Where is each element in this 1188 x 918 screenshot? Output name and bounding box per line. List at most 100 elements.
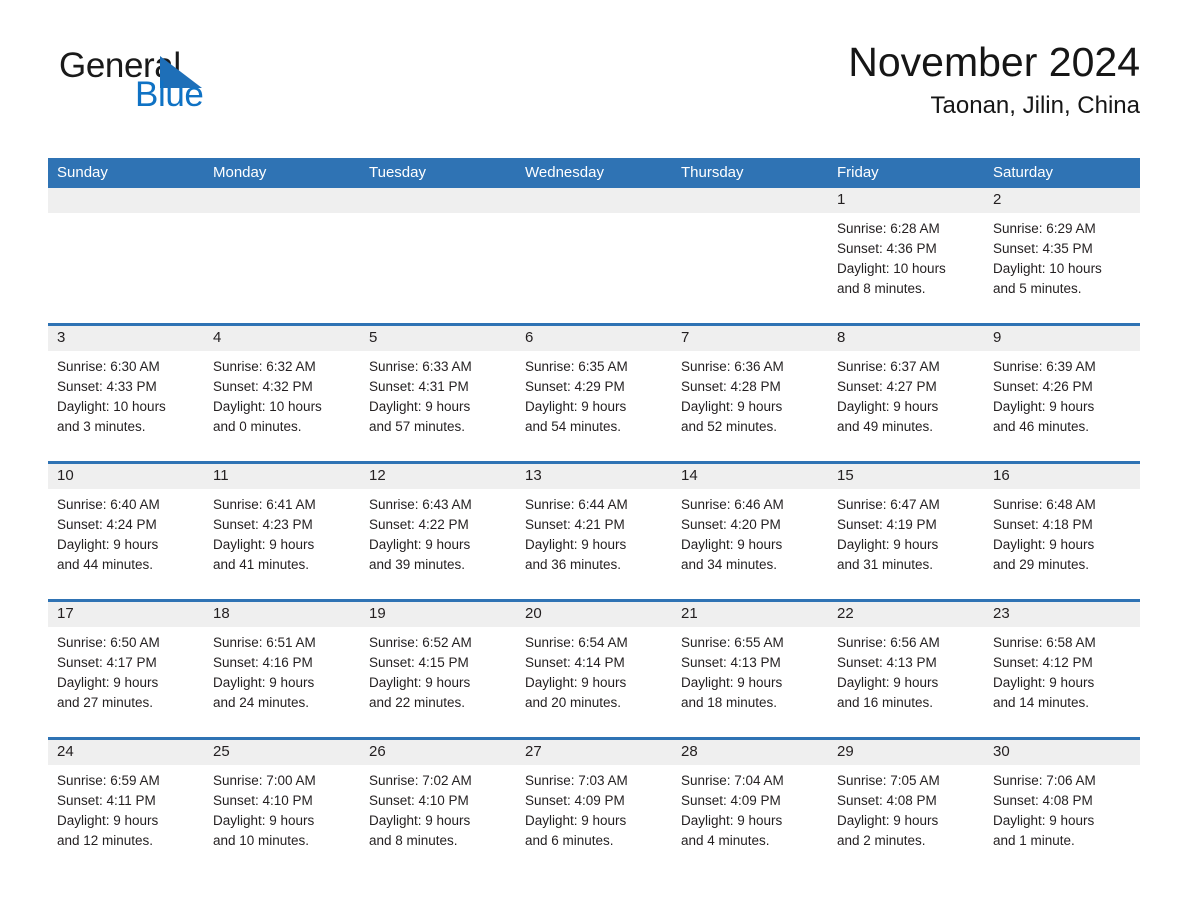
daylight-text: Daylight: 9 hours	[525, 537, 627, 552]
day-number: 7	[681, 329, 690, 346]
day-details: Sunrise: 6:47 AM Sunset: 4:19 PM Daylight:…	[837, 495, 975, 575]
day-number: 4	[213, 329, 222, 346]
day-number: 9	[993, 329, 1002, 346]
sunset-text: Sunset: 4:10 PM	[213, 793, 313, 808]
calendar-day-cell[interactable]: 23 Sunrise: 6:58 AM Sunset: 4:12 PM Dayligh…	[984, 602, 1140, 737]
day-details: Sunrise: 6:35 AM Sunset: 4:29 PM Daylight:…	[525, 357, 663, 437]
calendar-cell-empty	[204, 188, 360, 323]
sunset-text: Sunset: 4:13 PM	[837, 655, 937, 670]
calendar-day-cell[interactable]: 3 Sunrise: 6:30 AM Sunset: 4:33 PM Daylight…	[48, 326, 204, 461]
calendar-day-cell[interactable]: 14 Sunrise: 6:46 AM Sunset: 4:20 PM Dayligh…	[672, 464, 828, 599]
calendar-week-row: 1 Sunrise: 6:28 AM Sunset: 4:36 PM Daylight…	[48, 188, 1140, 323]
daylight-text: and 31 minutes.	[837, 557, 934, 572]
calendar-day-cell[interactable]: 11 Sunrise: 6:41 AM Sunset: 4:23 PM Dayligh…	[204, 464, 360, 599]
calendar-day-cell[interactable]: 19 Sunrise: 6:52 AM Sunset: 4:15 PM Dayligh…	[360, 602, 516, 737]
day-details: Sunrise: 6:43 AM Sunset: 4:22 PM Daylight:…	[369, 495, 507, 575]
day-details: Sunrise: 6:58 AM Sunset: 4:12 PM Daylight:…	[993, 633, 1131, 713]
calendar-week-row: 10 Sunrise: 6:40 AM Sunset: 4:24 PM Dayligh…	[48, 461, 1140, 599]
calendar-day-cell[interactable]: 25 Sunrise: 7:00 AM Sunset: 4:10 PM Dayligh…	[204, 740, 360, 860]
calendar-day-cell[interactable]: 2 Sunrise: 6:29 AM Sunset: 4:35 PM Daylight…	[984, 188, 1140, 323]
daylight-text: and 46 minutes.	[993, 419, 1090, 434]
sunrise-text: Sunrise: 6:30 AM	[57, 359, 160, 374]
calendar-day-cell[interactable]: 13 Sunrise: 6:44 AM Sunset: 4:21 PM Dayligh…	[516, 464, 672, 599]
sunset-text: Sunset: 4:33 PM	[57, 379, 157, 394]
day-number: 17	[57, 605, 74, 622]
sunrise-text: Sunrise: 6:39 AM	[993, 359, 1096, 374]
day-number: 18	[213, 605, 230, 622]
calendar-day-cell[interactable]: 26 Sunrise: 7:02 AM Sunset: 4:10 PM Dayligh…	[360, 740, 516, 860]
day-number: 8	[837, 329, 846, 346]
calendar-day-cell[interactable]: 9 Sunrise: 6:39 AM Sunset: 4:26 PM Daylight…	[984, 326, 1140, 461]
daylight-text: and 5 minutes.	[993, 281, 1082, 296]
day-details: Sunrise: 7:05 AM Sunset: 4:08 PM Daylight:…	[837, 771, 975, 851]
calendar-day-cell[interactable]: 28 Sunrise: 7:04 AM Sunset: 4:09 PM Dayligh…	[672, 740, 828, 860]
calendar-day-cell[interactable]: 5 Sunrise: 6:33 AM Sunset: 4:31 PM Daylight…	[360, 326, 516, 461]
sunset-text: Sunset: 4:08 PM	[837, 793, 937, 808]
daylight-text: Daylight: 9 hours	[525, 675, 627, 690]
weekday-header-thursday: Thursday	[681, 164, 744, 181]
day-details: Sunrise: 6:41 AM Sunset: 4:23 PM Daylight:…	[213, 495, 351, 575]
day-number: 20	[525, 605, 542, 622]
sunrise-text: Sunrise: 6:29 AM	[993, 221, 1096, 236]
daylight-text: and 12 minutes.	[57, 833, 154, 848]
calendar-day-cell[interactable]: 8 Sunrise: 6:37 AM Sunset: 4:27 PM Daylight…	[828, 326, 984, 461]
calendar-day-cell[interactable]: 16 Sunrise: 6:48 AM Sunset: 4:18 PM Dayligh…	[984, 464, 1140, 599]
sunset-text: Sunset: 4:11 PM	[57, 793, 156, 808]
day-number: 28	[681, 743, 698, 760]
daylight-text: and 16 minutes.	[837, 695, 934, 710]
sunset-text: Sunset: 4:17 PM	[57, 655, 157, 670]
daylight-text: Daylight: 9 hours	[681, 813, 783, 828]
day-details: Sunrise: 7:00 AM Sunset: 4:10 PM Daylight:…	[213, 771, 351, 851]
sunset-text: Sunset: 4:29 PM	[525, 379, 625, 394]
daylight-text: Daylight: 9 hours	[837, 537, 939, 552]
week-cells: 17 Sunrise: 6:50 AM Sunset: 4:17 PM Dayligh…	[48, 602, 1140, 737]
sunset-text: Sunset: 4:36 PM	[837, 241, 937, 256]
calendar-day-cell[interactable]: 21 Sunrise: 6:55 AM Sunset: 4:13 PM Dayligh…	[672, 602, 828, 737]
weekday-header-wednesday: Wednesday	[525, 164, 604, 181]
calendar-day-cell[interactable]: 10 Sunrise: 6:40 AM Sunset: 4:24 PM Dayligh…	[48, 464, 204, 599]
calendar-day-cell[interactable]: 30 Sunrise: 7:06 AM Sunset: 4:08 PM Dayligh…	[984, 740, 1140, 860]
daylight-text: Daylight: 9 hours	[213, 675, 315, 690]
daylight-text: and 20 minutes.	[525, 695, 622, 710]
weekday-header-friday: Friday	[837, 164, 879, 181]
sunrise-text: Sunrise: 6:40 AM	[57, 497, 160, 512]
calendar-day-cell[interactable]: 15 Sunrise: 6:47 AM Sunset: 4:19 PM Dayligh…	[828, 464, 984, 599]
daylight-text: Daylight: 10 hours	[837, 261, 946, 276]
daylight-text: Daylight: 10 hours	[213, 399, 322, 414]
calendar-day-cell[interactable]: 6 Sunrise: 6:35 AM Sunset: 4:29 PM Daylight…	[516, 326, 672, 461]
sunset-text: Sunset: 4:12 PM	[993, 655, 1093, 670]
calendar-weekday-header: Sunday Monday Tuesday Wednesday Thursday Frid…	[48, 158, 1140, 188]
day-number: 30	[993, 743, 1010, 760]
calendar-day-cell[interactable]: 12 Sunrise: 6:43 AM Sunset: 4:22 PM Dayligh…	[360, 464, 516, 599]
calendar-week-row: 17 Sunrise: 6:50 AM Sunset: 4:17 PM Dayligh…	[48, 599, 1140, 737]
daylight-text: and 0 minutes.	[213, 419, 302, 434]
calendar-day-cell[interactable]: 29 Sunrise: 7:05 AM Sunset: 4:08 PM Dayligh…	[828, 740, 984, 860]
daylight-text: Daylight: 9 hours	[369, 675, 471, 690]
sunrise-text: Sunrise: 7:06 AM	[993, 773, 1096, 788]
sunrise-text: Sunrise: 6:59 AM	[57, 773, 160, 788]
page-title: November 2024	[848, 39, 1140, 85]
calendar-day-cell[interactable]: 7 Sunrise: 6:36 AM Sunset: 4:28 PM Daylight…	[672, 326, 828, 461]
calendar-day-cell[interactable]: 24 Sunrise: 6:59 AM Sunset: 4:11 PM Dayligh…	[48, 740, 204, 860]
daylight-text: and 29 minutes.	[993, 557, 1090, 572]
day-details: Sunrise: 6:32 AM Sunset: 4:32 PM Daylight:…	[213, 357, 351, 437]
day-details: Sunrise: 6:33 AM Sunset: 4:31 PM Daylight:…	[369, 357, 507, 437]
calendar-table: Sunday Monday Tuesday Wednesday Thursday Frid…	[48, 158, 1140, 860]
calendar-day-cell[interactable]: 18 Sunrise: 6:51 AM Sunset: 4:16 PM Dayligh…	[204, 602, 360, 737]
sunrise-text: Sunrise: 6:32 AM	[213, 359, 316, 374]
week-cells: 1 Sunrise: 6:28 AM Sunset: 4:36 PM Daylight…	[48, 188, 1140, 323]
day-number: 3	[57, 329, 66, 346]
weekday-header-tuesday: Tuesday	[369, 164, 426, 181]
calendar-day-cell[interactable]: 20 Sunrise: 6:54 AM Sunset: 4:14 PM Dayligh…	[516, 602, 672, 737]
daylight-text: Daylight: 9 hours	[57, 813, 159, 828]
calendar-day-cell[interactable]: 17 Sunrise: 6:50 AM Sunset: 4:17 PM Dayligh…	[48, 602, 204, 737]
day-number: 27	[525, 743, 542, 760]
calendar-day-cell[interactable]: 22 Sunrise: 6:56 AM Sunset: 4:13 PM Dayligh…	[828, 602, 984, 737]
generalblue-logo[interactable]: General Blue	[59, 48, 329, 118]
calendar-day-cell[interactable]: 1 Sunrise: 6:28 AM Sunset: 4:36 PM Daylight…	[828, 188, 984, 323]
daylight-text: and 27 minutes.	[57, 695, 154, 710]
calendar-day-cell[interactable]: 4 Sunrise: 6:32 AM Sunset: 4:32 PM Daylight…	[204, 326, 360, 461]
daylight-text: and 24 minutes.	[213, 695, 310, 710]
calendar-day-cell[interactable]: 27 Sunrise: 7:03 AM Sunset: 4:09 PM Dayligh…	[516, 740, 672, 860]
day-number: 10	[57, 467, 74, 484]
